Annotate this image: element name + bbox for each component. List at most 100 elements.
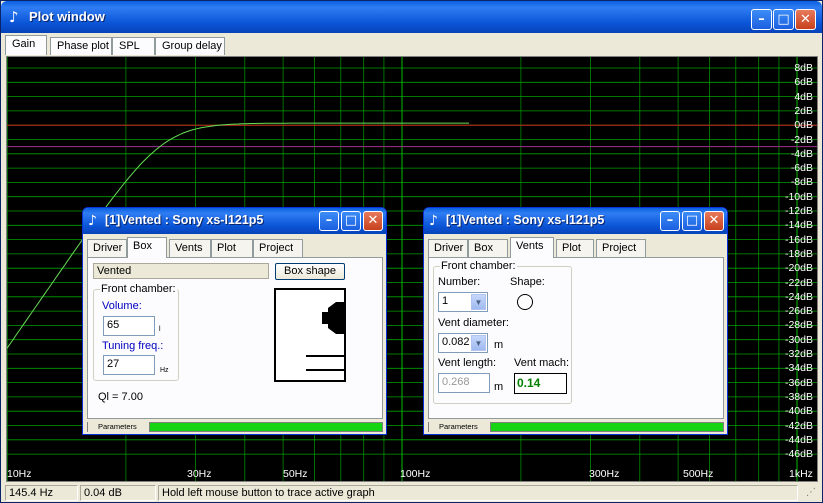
vent-diameter-unit: m (494, 339, 504, 351)
tab-spl[interactable]: SPL (112, 37, 155, 55)
close-icon: ✕ (367, 213, 379, 228)
chevron-down-icon[interactable]: ▼ (471, 335, 486, 351)
vent-length-input: 0.268 (438, 373, 490, 393)
maximize-button[interactable]: □ (341, 211, 361, 231)
box-type-field: Vented (93, 263, 269, 279)
x-axis-label: 50Hz (283, 468, 308, 480)
tuning-freq-input[interactable]: 27 (103, 355, 155, 375)
y-axis-label: -4dB (790, 147, 813, 160)
tab-project[interactable]: Project (596, 239, 646, 257)
front-chamber-group: Front chamber: Volume: 65 l Tuning freq.… (93, 283, 179, 381)
window-title: Plot window (29, 9, 105, 24)
tab-box[interactable]: Box (127, 237, 167, 258)
maximize-button[interactable]: □ (682, 211, 702, 231)
y-axis-label: -44dB (784, 433, 813, 446)
vent-diameter-select[interactable]: 0.082 ▼ (438, 333, 488, 353)
app-icon: ♪ (429, 213, 438, 229)
y-axis-label: -38dB (784, 390, 813, 403)
maximize-icon: □ (344, 213, 358, 228)
round-vent-shape-icon[interactable] (517, 294, 533, 310)
y-axis-label: -20dB (784, 262, 813, 275)
box-shape-button[interactable]: Box shape (275, 263, 345, 280)
y-axis-label: -2dB (790, 133, 813, 146)
title-bar[interactable]: ♪ Plot window – □ ✕ (1, 1, 822, 33)
shape-label: Shape: (510, 276, 545, 288)
tab-driver[interactable]: Driver (87, 239, 127, 257)
tab-vents[interactable]: Vents (510, 237, 554, 258)
maximize-icon: □ (685, 213, 699, 228)
vent-length-label: Vent length: (438, 357, 497, 369)
speaker-box-drawing (306, 302, 344, 371)
y-axis-label: -40dB (784, 405, 813, 418)
status-frequency: 145.4 Hz (5, 485, 78, 501)
minimize-button[interactable]: – (319, 211, 339, 231)
y-axis-label: 0dB (794, 119, 813, 132)
x-axis-label: 10Hz (7, 468, 32, 480)
y-axis-label: -34dB (784, 362, 813, 375)
tab-vents[interactable]: Vents (169, 239, 211, 257)
minimize-icon: – (758, 12, 765, 27)
maximize-icon: □ (777, 12, 790, 27)
parameters-label: Parameters (429, 422, 491, 432)
y-axis-label: -12dB (784, 205, 813, 217)
front-chamber-label: Front chamber: (100, 283, 177, 295)
volume-unit: l (159, 326, 161, 333)
tuning-freq-unit: Hz (160, 367, 169, 374)
x-axis-label: 1kHz (789, 468, 813, 480)
y-axis-label: 4dB (794, 90, 813, 103)
tab-plot[interactable]: Plot (211, 239, 253, 257)
chevron-down-icon[interactable]: ▼ (471, 294, 486, 310)
y-axis-label: -24dB (784, 290, 813, 303)
x-axis-label: 300Hz (589, 468, 620, 480)
y-axis-label: 8dB (794, 62, 813, 74)
vent-diameter-label: Vent diameter: (438, 317, 509, 329)
box-window: ♪ [1]Vented : Sony xs-l121p5 – □ ✕ Drive… (82, 207, 387, 435)
number-label: Number: (438, 276, 481, 288)
vent-mach-value: 0.14 (514, 373, 567, 394)
volume-label: Volume: (102, 300, 142, 312)
status-gain: 0.04 dB (80, 485, 156, 501)
close-button[interactable]: ✕ (363, 211, 383, 231)
minimize-button[interactable]: – (660, 211, 680, 231)
status-bar: 145.4 Hz 0.04 dB Hold left mouse button … (1, 484, 822, 502)
vent-diameter-value: 0.082 (442, 336, 470, 348)
y-axis-label: -32dB (784, 348, 813, 360)
y-axis-label: -14dB (784, 219, 813, 232)
y-axis-label: -22dB (784, 276, 813, 289)
box-window-tabs: Driver Box Vents Plot Project (87, 237, 383, 258)
volume-input[interactable]: 65 (103, 316, 155, 336)
tab-driver[interactable]: Driver (428, 239, 468, 257)
x-axis-label: 30Hz (187, 468, 212, 480)
app-icon: ♪ (88, 213, 97, 229)
minimize-button[interactable]: – (751, 9, 772, 30)
close-button[interactable]: ✕ (704, 211, 724, 231)
vents-window-title-bar[interactable]: ♪ [1]Vented : Sony xs-l121p5 – □ ✕ (424, 208, 727, 234)
tab-phase-plot[interactable]: Phase plot (50, 37, 112, 55)
tab-gain[interactable]: Gain (5, 35, 47, 55)
parameters-bar: Parameters (87, 422, 383, 432)
close-icon: ✕ (708, 213, 720, 228)
tab-plot[interactable]: Plot (556, 239, 594, 257)
vents-window-title: [1]Vented : Sony xs-l121p5 (446, 213, 605, 227)
tab-box[interactable]: Box (468, 239, 508, 257)
maximize-button[interactable]: □ (773, 9, 794, 30)
box-window-title-bar[interactable]: ♪ [1]Vented : Sony xs-l121p5 – □ ✕ (83, 208, 386, 234)
y-axis-label: 6dB (794, 76, 813, 89)
status-hint: Hold left mouse button to trace active g… (158, 485, 798, 501)
close-button[interactable]: ✕ (795, 9, 816, 30)
resize-grip-icon[interactable]: ⋰ (806, 487, 818, 499)
vent-number-select[interactable]: 1 ▼ (438, 292, 488, 312)
vent-mach-label: Vent mach: (514, 357, 570, 369)
parameters-label: Parameters (88, 422, 150, 432)
front-chamber-label: Front chamber: (440, 260, 517, 272)
y-axis-label: -36dB (784, 376, 813, 389)
plot-window: ♪ Plot window – □ ✕ Gain Phase plot SPL … (0, 0, 823, 503)
x-axis-label: 500Hz (683, 468, 714, 480)
y-axis-label: -6dB (790, 162, 813, 175)
vent-length-unit: m (494, 381, 504, 393)
app-icon: ♪ (9, 8, 19, 26)
tab-group-delay[interactable]: Group delay (155, 37, 225, 55)
box-panel: Vented Box shape Front chamber: Volume: … (87, 257, 383, 419)
y-axis-label: -42dB (784, 419, 813, 432)
tab-project[interactable]: Project (253, 239, 303, 257)
